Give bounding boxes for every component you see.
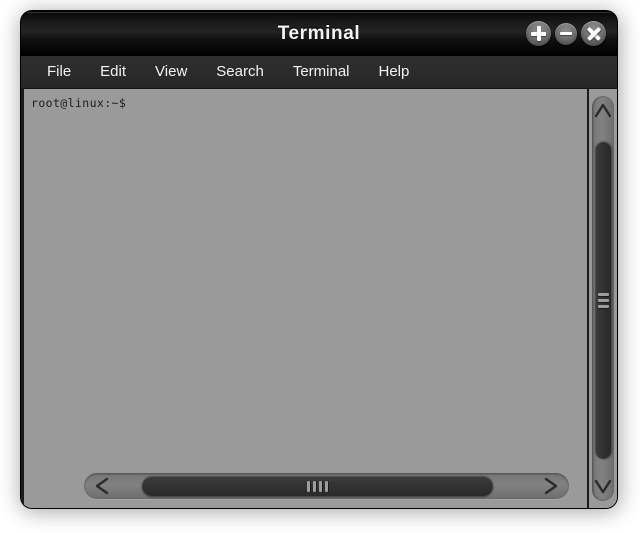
scroll-right-button[interactable] (531, 473, 569, 499)
menu-item-view[interactable]: View (143, 60, 199, 84)
grip-horizontal-icon (597, 293, 609, 296)
horizontal-scrollbar-thumb[interactable] (142, 476, 493, 496)
terminal-output-area[interactable]: root@linux:~$ (24, 89, 587, 468)
menu-item-edit[interactable]: Edit (88, 60, 138, 84)
horizontal-scrollbar-area (24, 468, 587, 508)
maximize-button[interactable] (526, 21, 551, 46)
window-body: root@linux:~$ (21, 89, 617, 508)
vertical-scrollbar-trough[interactable] (592, 96, 614, 501)
menu-item-help[interactable]: Help (367, 60, 422, 84)
chevron-right-icon (544, 477, 558, 495)
menu-item-terminal[interactable]: Terminal (281, 60, 362, 84)
scroll-up-button[interactable] (592, 96, 614, 126)
content-and-hscroll: root@linux:~$ (21, 89, 587, 508)
close-button[interactable] (581, 21, 606, 46)
grip-horizontal-icon (597, 299, 609, 302)
grip-vertical-icon (325, 480, 328, 492)
chevron-down-icon (594, 479, 612, 494)
menu-item-search[interactable]: Search (204, 60, 276, 84)
minimize-button[interactable] (555, 22, 577, 45)
scroll-down-button[interactable] (592, 471, 614, 501)
grip-vertical-icon (307, 480, 310, 492)
grip-vertical-icon (313, 480, 316, 492)
grip-vertical-icon (319, 480, 322, 492)
window-controls (526, 11, 606, 56)
terminal-prompt-line: root@linux:~$ (31, 96, 127, 110)
plus-icon-vertical (537, 26, 541, 41)
vertical-scrollbar-area (587, 89, 617, 508)
terminal-window: Terminal File Edit View Search Terminal … (21, 11, 617, 508)
title-bar-highlight (27, 12, 611, 13)
chevron-up-icon (594, 103, 612, 118)
window-title: Terminal (277, 22, 361, 44)
menu-item-file[interactable]: File (35, 60, 83, 84)
vertical-scrollbar-thumb[interactable] (595, 142, 611, 459)
horizontal-scrollbar-trough[interactable] (84, 473, 569, 499)
menu-bar: File Edit View Search Terminal Help (21, 56, 617, 89)
scroll-left-button[interactable] (84, 473, 122, 499)
minus-icon (560, 32, 572, 35)
chevron-left-icon (95, 477, 109, 495)
grip-horizontal-icon (597, 305, 609, 308)
title-bar[interactable]: Terminal (21, 11, 617, 56)
